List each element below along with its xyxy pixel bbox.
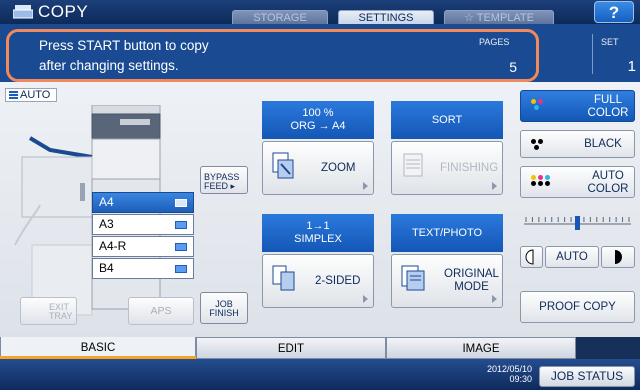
half-circle-dark-icon <box>615 250 622 264</box>
finishing-label: FINISHING <box>440 162 499 174</box>
paper-stack-icon <box>9 91 18 99</box>
tray-label: A4 <box>99 195 114 209</box>
auto-color-button[interactable]: AUTO COLOR <box>520 166 635 198</box>
bypass-feed-button[interactable]: BYPASS FEED ▸ <box>200 166 248 194</box>
proof-copy-button[interactable]: PROOF COPY <box>520 291 635 323</box>
paper-icon <box>175 199 187 207</box>
pages-value: 5 <box>509 59 517 75</box>
auto-tray-tag: AUTO <box>5 88 57 102</box>
tray-a3[interactable]: A3 <box>92 214 194 235</box>
tray-b4[interactable]: B4 <box>92 258 194 279</box>
finishing-icon <box>403 153 423 177</box>
chevron-right-icon <box>363 182 368 190</box>
full-color-button[interactable]: FULL COLOR <box>520 90 635 122</box>
date: 2012/05/10 <box>486 364 532 374</box>
duplex-mode: 1→1 <box>306 220 330 232</box>
density-auto-button[interactable]: AUTO <box>545 246 599 268</box>
black-button[interactable]: BLACK <box>520 130 635 158</box>
job-finish-label-2: FINISH <box>209 308 239 318</box>
divider <box>592 34 593 74</box>
app-title: COPY <box>38 2 89 21</box>
original-mode-button[interactable]: ORIGINAL MODE <box>391 254 503 308</box>
zoom-percent: 100 % <box>302 107 334 119</box>
copy-screen: COPY STORAGE SETTINGS ☆ TEMPLATE ? Press… <box>0 0 640 390</box>
set-value: 1 <box>627 58 636 75</box>
star-icon: ☆ <box>464 12 477 24</box>
tray-a4-r[interactable]: A4-R <box>92 236 194 257</box>
density-marker <box>575 216 580 230</box>
black-label: BLACK <box>584 138 622 150</box>
original-mode-label: ORIGINAL MODE <box>444 268 499 293</box>
zoom-orig-line: ORG → A4 <box>290 120 346 132</box>
help-button[interactable]: ? <box>594 1 634 23</box>
tray-label: A3 <box>99 217 114 231</box>
tray-label: B4 <box>99 261 114 275</box>
original-mode-display: TEXT/PHOTO <box>391 214 503 252</box>
density-lighter-button[interactable] <box>520 246 543 268</box>
time: 09:30 <box>509 374 532 384</box>
two-sided-button[interactable]: 2-SIDED <box>262 254 374 308</box>
message-line-1: Press START button to copy <box>39 38 209 53</box>
tray-label: A4-R <box>99 239 127 253</box>
exit-label-2: TRAY <box>49 311 73 321</box>
tray-a4[interactable]: A4 <box>92 192 194 213</box>
tab-edit[interactable]: EDIT <box>196 337 386 359</box>
job-status-button[interactable]: JOB STATUS <box>539 366 635 387</box>
duplex-display: 1→1 SIMPLEX <box>262 214 374 252</box>
arrow-right-icon: → <box>318 120 330 132</box>
chevron-right-icon <box>363 295 368 303</box>
zoom-label: ZOOM <box>321 162 356 174</box>
duplex-icon <box>272 265 295 291</box>
date-time: 2012/05/10 09:30 <box>478 364 532 384</box>
duplex-name: SIMPLEX <box>294 233 342 245</box>
original-mode-icon <box>401 265 425 291</box>
message-highlight <box>6 29 539 82</box>
density-scale <box>524 216 631 230</box>
copier-icon <box>13 5 33 19</box>
message-line-2: after changing settings. <box>39 58 179 73</box>
chevron-right-icon: ▸ <box>230 181 236 191</box>
zoom-button[interactable]: ZOOM <box>262 141 374 195</box>
pages-label: PAGES <box>479 37 510 47</box>
bypass-label-2: FEED ▸ <box>204 181 236 191</box>
exit-tray-button[interactable]: EXIT TRAY <box>20 297 77 325</box>
paper-icon <box>175 221 187 229</box>
chevron-right-icon <box>492 295 497 303</box>
tab-template-label: TEMPLATE <box>476 12 534 24</box>
finishing-button[interactable]: FINISHING <box>391 141 503 195</box>
zoom-ratio-display: 100 % ORG → A4 <box>262 101 374 139</box>
tab-image[interactable]: IMAGE <box>386 337 576 359</box>
job-finish-button[interactable]: JOB FINISH <box>200 292 248 324</box>
paper-icon <box>175 265 187 273</box>
full-color-label: FULL COLOR <box>587 94 629 119</box>
set-label: SET <box>601 37 619 47</box>
two-sided-label: 2-SIDED <box>315 275 361 287</box>
density-darker-button[interactable] <box>601 246 635 268</box>
paper-icon <box>175 243 187 251</box>
half-circle-light-icon <box>525 249 534 265</box>
sort-display: SORT <box>391 101 503 139</box>
zoom-icon <box>272 152 294 179</box>
auto-color-label: AUTO COLOR <box>587 170 629 195</box>
aps-button[interactable]: APS <box>128 297 194 325</box>
auto-tag-label: AUTO <box>20 89 51 101</box>
chevron-right-icon <box>492 182 497 190</box>
